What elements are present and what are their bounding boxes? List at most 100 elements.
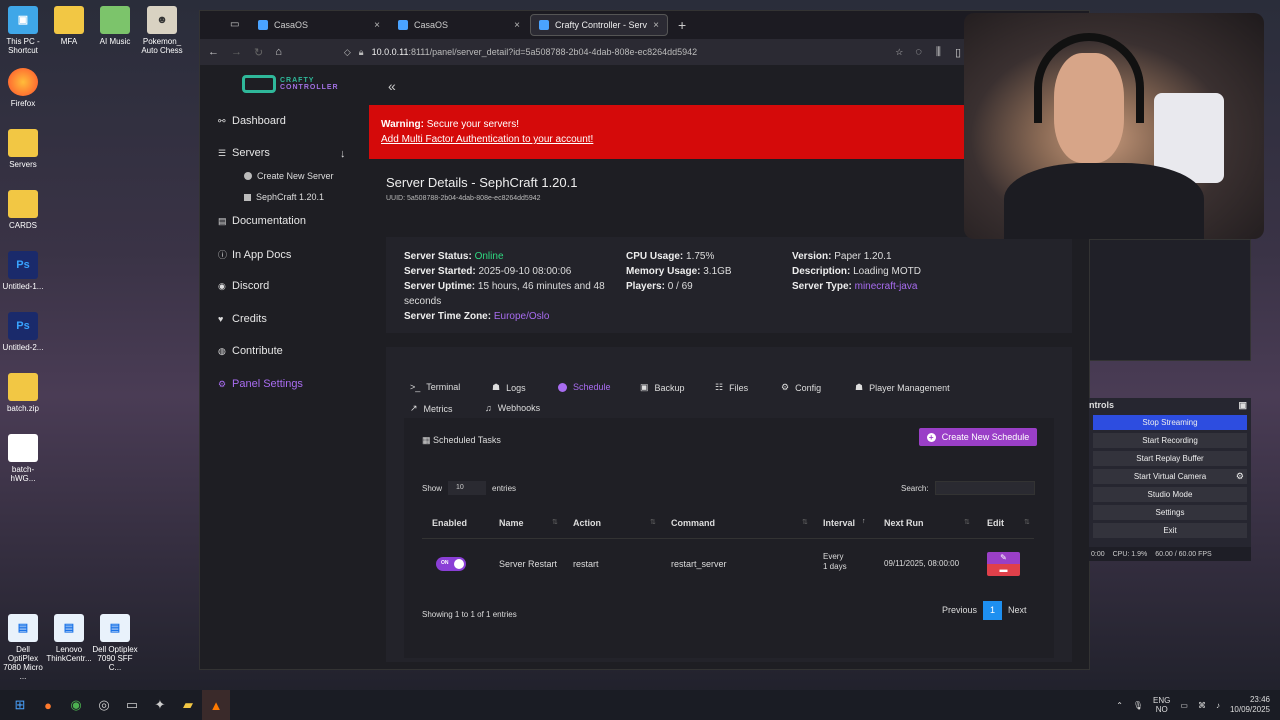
sort-asc-icon[interactable]: ↑ <box>862 518 866 525</box>
start-virtual-camera-button[interactable]: Start Virtual Camera ⚙ <box>1093 469 1247 484</box>
sort-icon[interactable]: ⇅ <box>552 518 558 526</box>
desktop-icon-this-pc[interactable]: ▣ This PC - Shortcut <box>0 6 46 55</box>
sort-icon[interactable]: ⇅ <box>650 518 656 526</box>
sidebar-toggle-icon[interactable]: ▯ <box>955 46 961 59</box>
sort-icon[interactable]: ⇅ <box>802 518 808 526</box>
sidebar-item-discord[interactable]: ◉ Discord <box>218 280 269 292</box>
tab-metrics[interactable]: ↗ Metrics <box>410 403 453 414</box>
tab-casaos-2[interactable]: CasaOS × <box>390 14 528 36</box>
create-new-schedule-button[interactable]: + Create New Schedule <box>919 428 1037 446</box>
start-replay-buffer-button[interactable]: Start Replay Buffer <box>1093 451 1247 466</box>
column-header-action[interactable]: Action <box>573 518 601 528</box>
bookmark-star-icon[interactable]: ☆ <box>895 47 903 58</box>
desktop-icon-dell-7090[interactable]: ▤ Dell Optiplex 7090 SFF C... <box>92 614 138 672</box>
network-icon[interactable]: ⌘ <box>1198 701 1206 710</box>
back-icon[interactable]: ← <box>208 46 219 58</box>
column-header-name[interactable]: Name <box>499 518 524 528</box>
clock[interactable]: 23:46 10/09/2025 <box>1230 695 1270 715</box>
sidebar-item-sephcraft[interactable]: SephCraft 1.20.1 <box>244 192 324 202</box>
collapse-sidebar-icon[interactable]: « <box>388 78 396 94</box>
tab-config[interactable]: ⚙ Config <box>781 382 821 393</box>
settings-button[interactable]: Settings <box>1093 505 1247 520</box>
tab-terminal[interactable]: >_ Terminal <box>410 382 460 392</box>
sidebar-item-servers[interactable]: ☰ Servers <box>218 147 270 159</box>
close-icon[interactable]: × <box>374 20 380 31</box>
desktop-icon-pokemon[interactable]: ☻ Pokemon_ Auto Chess <box>139 6 185 55</box>
desktop-icon-ai-music[interactable]: AI Music <box>92 6 138 46</box>
volume-icon[interactable]: ♪ <box>1216 701 1220 710</box>
app-taskbar-icon[interactable]: ✦ <box>146 690 174 720</box>
sidebar-item-credits[interactable]: ♥ Credits <box>218 313 267 325</box>
trash-icon[interactable]: ▬ <box>987 564 1020 576</box>
chevron-up-icon[interactable]: ⌃ <box>1116 701 1123 710</box>
start-button-icon[interactable]: ⊞ <box>6 690 34 720</box>
tab-crafty-controller[interactable]: Crafty Controller - Server Detail × <box>530 14 668 36</box>
edit-icon[interactable]: ✎ <box>987 552 1020 564</box>
page-1-button[interactable]: 1 <box>983 601 1003 620</box>
undock-icon[interactable]: ▣ <box>1238 400 1247 411</box>
desktop-icon-mfa[interactable]: MFA <box>46 6 92 46</box>
desktop-icon-batch-hwg[interactable]: batch-hWG... <box>0 434 46 483</box>
sidebar-item-dashboard[interactable]: ⚯ Dashboard <box>218 115 286 127</box>
tab-logs[interactable]: ☗ Logs <box>492 382 526 393</box>
tab-webhooks[interactable]: ♫ Webhooks <box>485 403 540 413</box>
tab-schedule[interactable]: Schedule <box>558 382 611 392</box>
desktop-icon-cards[interactable]: CARDS <box>0 190 46 230</box>
tab-backup[interactable]: ▣ Backup <box>640 382 685 393</box>
search-input[interactable] <box>934 481 1035 495</box>
desktop-icon-untitled-2[interactable]: Ps Untitled-2... <box>0 312 46 352</box>
arrow-down-icon[interactable]: ↓ <box>340 148 346 160</box>
tab-player-management[interactable]: ☗ Player Management <box>855 382 950 393</box>
home-icon[interactable]: ⌂ <box>275 46 282 58</box>
sidebar-item-create-new-server[interactable]: Create New Server <box>244 171 334 181</box>
chrome-taskbar-icon[interactable]: ◉ <box>62 690 90 720</box>
reload-icon[interactable]: ↻ <box>254 46 263 59</box>
column-header-interval[interactable]: Interval <box>823 518 855 528</box>
sidebar-item-in-app-docs[interactable]: ⓘ In App Docs <box>218 248 291 261</box>
crafty-logo[interactable]: CRAFTY CONTROLLER <box>242 75 339 93</box>
terminal-taskbar-icon[interactable]: ▭ <box>118 690 146 720</box>
microphone-icon[interactable]: 🎙︎ <box>1133 701 1143 710</box>
desktop-icon-servers[interactable]: Servers <box>0 129 46 169</box>
file-explorer-taskbar-icon[interactable]: ▰ <box>174 690 202 720</box>
start-recording-button[interactable]: Start Recording <box>1093 433 1247 448</box>
mfa-link[interactable]: Add Multi Factor Authentication to your … <box>381 132 957 147</box>
desktop-icon-dell-7080[interactable]: ▤ Dell OptiPlex 7080 Micro ... <box>0 614 46 681</box>
exit-button[interactable]: Exit <box>1093 523 1247 538</box>
new-tab-button[interactable]: + <box>670 17 694 33</box>
desktop-icon-lenovo[interactable]: ▤ Lenovo ThinkCentr... <box>46 614 92 663</box>
sidebar-item-panel-settings[interactable]: ⚙ Panel Settings <box>218 378 303 390</box>
sync-icon[interactable]: ◌ <box>915 46 922 59</box>
tab-list-icon[interactable]: ▭ <box>230 19 239 30</box>
obs-taskbar-icon[interactable]: ◎ <box>90 690 118 720</box>
address-bar[interactable]: ◇ 🔒︎ 10.0.0.11:8111/panel/server_detail?… <box>294 47 903 58</box>
column-header-next-run[interactable]: Next Run <box>884 518 924 528</box>
sort-icon[interactable]: ⇅ <box>964 518 970 526</box>
tab-casaos-1[interactable]: CasaOS × <box>250 14 388 36</box>
sidebar-item-documentation[interactable]: ▤ Documentation <box>218 215 306 227</box>
library-icon[interactable]: ⫼ <box>936 46 941 59</box>
close-icon[interactable]: × <box>514 20 520 31</box>
column-header-enabled[interactable]: Enabled <box>432 518 467 528</box>
stop-streaming-button[interactable]: Stop Streaming <box>1093 415 1247 430</box>
desktop-icon-batch-zip[interactable]: batch.zip <box>0 373 46 413</box>
previous-page-button[interactable]: Previous <box>936 601 983 620</box>
studio-mode-button[interactable]: Studio Mode <box>1093 487 1247 502</box>
forward-icon[interactable]: → <box>231 46 242 58</box>
entries-select[interactable]: 10 <box>448 481 487 495</box>
timezone-value[interactable]: Europe/Oslo <box>494 311 550 322</box>
firefox-taskbar-icon[interactable]: ● <box>34 690 62 720</box>
sort-icon[interactable]: ⇅ <box>1024 518 1030 526</box>
close-icon[interactable]: × <box>653 20 659 31</box>
tab-files[interactable]: ☷ Files <box>715 382 748 393</box>
sidebar-item-contribute[interactable]: ◍ Contribute <box>218 345 283 357</box>
gear-icon[interactable]: ⚙ <box>1236 469 1244 484</box>
display-icon[interactable]: ▭ <box>1180 701 1188 710</box>
language-indicator[interactable]: ENG NO <box>1153 696 1170 714</box>
vlc-taskbar-icon[interactable]: ▲ <box>202 690 230 720</box>
desktop-icon-firefox[interactable]: Firefox <box>0 68 46 108</box>
column-header-command[interactable]: Command <box>671 518 715 528</box>
desktop-icon-untitled-1[interactable]: Ps Untitled-1... <box>0 251 46 291</box>
next-page-button[interactable]: Next <box>1002 601 1033 620</box>
schedule-enabled-toggle[interactable]: ON <box>436 557 466 571</box>
